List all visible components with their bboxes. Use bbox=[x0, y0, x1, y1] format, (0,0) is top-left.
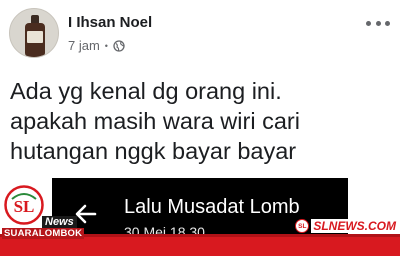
facebook-post: I Ihsan Noel 7 jam • Ada yg kenal dg ora… bbox=[0, 0, 400, 256]
media-title: Lalu Musadat Lomb bbox=[124, 196, 300, 218]
post-text-line: apakah masih wara wiri cari bbox=[10, 108, 300, 134]
site-watermark: SL SLNEWS.COM bbox=[295, 219, 398, 233]
site-badge-icon: SL bbox=[295, 219, 310, 233]
watermark-bar bbox=[0, 237, 400, 256]
site-url: SLNEWS.COM bbox=[311, 219, 398, 233]
meta-separator: • bbox=[104, 40, 108, 51]
globe-icon bbox=[113, 39, 125, 52]
post-text: Ada yg kenal dg orang ini. apakah masih … bbox=[10, 76, 395, 166]
post-time[interactable]: 7 jam bbox=[68, 38, 100, 53]
brand-name: SUARALOMBOK bbox=[2, 228, 85, 239]
author-avatar[interactable] bbox=[9, 8, 59, 58]
author-name[interactable]: I Ihsan Noel bbox=[68, 14, 152, 31]
more-icon bbox=[366, 20, 371, 26]
logo-letters: SL bbox=[14, 197, 35, 216]
arrow-left-icon[interactable] bbox=[74, 202, 98, 226]
more-options-button[interactable] bbox=[366, 18, 390, 28]
suaralombok-logo: SL bbox=[4, 185, 44, 225]
post-meta: 7 jam • bbox=[68, 38, 125, 53]
post-text-line: Ada yg kenal dg orang ini. bbox=[10, 78, 282, 104]
post-text-line: hutangan nggk bayar bayar bbox=[10, 138, 297, 164]
bottle-image bbox=[25, 15, 45, 57]
